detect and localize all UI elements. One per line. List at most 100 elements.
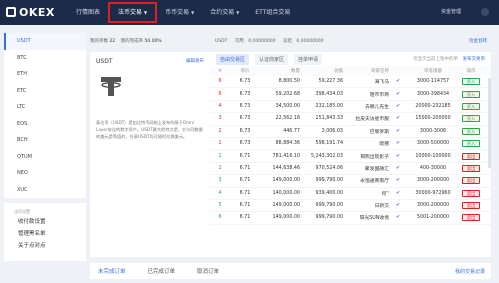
cell-name[interactable]: 日新交 (343, 202, 389, 209)
filter-checkbox-label[interactable]: 仅显示当前上架中的单 (413, 57, 458, 62)
cell-name[interactable]: 去哪儿先生 (343, 103, 389, 110)
column-header: 数量 (291, 69, 300, 74)
order-tab-1[interactable]: 已完成订单 (148, 267, 176, 275)
settings-item-1[interactable]: 管理黑名单 (4, 228, 86, 240)
coin-item-eos[interactable]: EOS (4, 116, 86, 133)
cell-qty: 8,800.50 (278, 79, 300, 85)
cell-total: 999,790.00 (315, 215, 343, 221)
cell-total: 598,191.74 (315, 141, 343, 147)
buy-button[interactable]: 买入 (462, 102, 480, 110)
coin-item-etc[interactable]: ETC (4, 83, 86, 100)
cell-price: 6.71 (239, 190, 251, 196)
cell-price: 6.73 (239, 128, 251, 134)
trade-history-link[interactable]: 我的交易记录 (455, 268, 485, 275)
nav-item-3[interactable]: 合约交易 ▼ (202, 0, 247, 25)
tab-2[interactable]: 挂单申请 (294, 53, 323, 65)
cell-name[interactable]: 永恒通商南厅 (343, 177, 389, 184)
coin-item-eth[interactable]: ETH (4, 66, 86, 83)
buy-button[interactable]: 买入 (462, 78, 480, 86)
table-row: 6 6.73 8,800.50 59,227.36 海飞马 ✔ 3000-114757 买入 (210, 76, 491, 89)
cell-name[interactable]: 聚发国融汇 (343, 165, 389, 172)
scrollbar[interactable] (488, 78, 491, 168)
cell-limit: 3000-3006 (419, 128, 447, 134)
column-header: 商家名称 (371, 69, 389, 74)
coin-item-xuc[interactable]: XUC (4, 182, 86, 199)
cell-name[interactable]: 何'' (343, 190, 389, 197)
coin-item-neo[interactable]: NEO (4, 165, 86, 182)
cell-price: 6.73 (239, 103, 251, 109)
buy-button[interactable]: 买入 (462, 115, 480, 123)
cell-name[interactable]: 海飞马 (343, 78, 389, 85)
orders-label: 我的单数 (90, 39, 108, 44)
tab-0[interactable]: 自由交易区 (216, 53, 250, 65)
sell-button[interactable]: 卖出 (462, 214, 480, 222)
table-row: 1 6.73 88,884.36 598,191.74 嗯猪 ✔ 3000-500000 买入 (210, 138, 491, 151)
main-nav: 行情图表 法币交易 ▼ 币币交易 ▼ 合约交易 ▼ ETT组合交易 (68, 0, 298, 25)
table-row: 2 6.73 446.77 3,006.03 巴黎罗斯 ✔ 3000-3006 买入 (210, 126, 491, 138)
cell-qty: 34,500.00 (275, 103, 300, 109)
cell-name[interactable]: 阳光SUN收债 (343, 214, 389, 221)
order-tab-0[interactable]: 未完成订单 (98, 267, 126, 275)
logo-mark-icon (6, 7, 16, 17)
table-row: 3 6.71 149,000.00 999,790.00 永恒通商南厅 ✔ 3000-200… (210, 175, 491, 188)
buy-button[interactable]: 买入 (462, 90, 480, 98)
coin-item-usdt[interactable]: USDT (4, 33, 86, 50)
transfer-link[interactable]: 资金划转 (469, 36, 487, 48)
coin-item-btc[interactable]: BTC (4, 50, 86, 67)
cell-limit: 400-30000 (419, 165, 447, 171)
action-cell: 买入 (459, 78, 483, 86)
settings-panel: 法币设置 收付款设置 管理黑名单 关于点对点 (4, 203, 86, 261)
cell-idx: 1 (218, 141, 222, 147)
cell-total: 5,243,302.03 (310, 153, 343, 159)
cell-limit: 15000-200000 (415, 116, 451, 122)
cell-idx: 6 (218, 79, 222, 85)
coin-sidebar: USDT BTC ETH ETC LTC EOS BCH QTUM NEO XUC (4, 33, 86, 198)
cell-name[interactable]: 嗯猪 (343, 140, 389, 147)
nav-item-4[interactable]: ETT组合交易 (247, 0, 298, 25)
nav-item-2[interactable]: 币币交易 ▼ (157, 0, 202, 25)
nav-item-1[interactable]: 法币交易 ▼ (108, 2, 158, 23)
chevron-down-icon: ▼ (236, 10, 240, 15)
cell-qty: 446.77 (283, 128, 300, 134)
cell-name[interactable]: 拉皮夫访星币服 (343, 115, 389, 122)
logo[interactable]: OKEX (6, 6, 55, 19)
publish-order-link[interactable]: 发布交易单 (463, 57, 486, 62)
sell-button[interactable]: 卖出 (462, 202, 480, 210)
cell-name[interactable]: 巴黎罗斯 (343, 128, 389, 135)
cell-limit: 3000-500000 (416, 141, 450, 147)
buy-button[interactable]: 买入 (462, 127, 480, 135)
sell-button[interactable]: 卖出 (462, 152, 480, 160)
sell-button[interactable]: 卖出 (462, 177, 480, 185)
tab-1[interactable]: 认证商家区 (255, 53, 289, 65)
cell-idx: 2 (218, 128, 222, 134)
top-bar: OKEX 行情图表 法币交易 ▼ 币币交易 ▼ 合约交易 ▼ ETT组合交易 资金管理 (0, 0, 499, 25)
account-menu[interactable]: 资金管理 (441, 0, 461, 25)
buy-button[interactable]: 买入 (462, 140, 480, 148)
settings-item-2[interactable]: 关于点对点 (4, 240, 86, 252)
user-avatar-icon[interactable] (481, 8, 489, 16)
nav-item-0[interactable]: 行情图表 (68, 0, 108, 25)
cell-price: 6.73 (239, 116, 251, 122)
cell-idx: 6 (218, 215, 222, 221)
order-tab-2[interactable]: 取消订单 (197, 267, 219, 275)
info-title: USDT (96, 58, 113, 65)
cell-limit: 3000-200000 (416, 203, 450, 209)
coin-item-qtum[interactable]: QTUM (4, 149, 86, 166)
edit-publish-link[interactable]: 编辑发布 (186, 58, 204, 65)
cell-idx: 1 (218, 153, 222, 159)
coin-description: 泰达币（USDT）是由比特币网络上发布的基于Omni Layer协议的数字资产。… (96, 120, 203, 139)
sell-button[interactable]: 卖出 (462, 189, 480, 197)
coin-item-ltc[interactable]: LTC (4, 99, 86, 116)
cell-total: 151,843.33 (315, 116, 343, 122)
my-orders-bar: 未完成订单 已完成订单 取消订单 我的交易记录 (90, 263, 491, 279)
cell-name[interactable]: 褐熊出现影子 (343, 153, 389, 160)
table-row: 4 6.73 34,500.00 232,185.00 去哪儿先生 ✔ 20000-2321… (210, 101, 491, 114)
settings-item-0[interactable]: 收付款设置 (4, 216, 86, 228)
coin-info-card: USDT 编辑发布 泰达币（USDT）是由比特币网络上发布的基于Omni Lay… (90, 52, 210, 257)
coin-item-bch[interactable]: BCH (4, 132, 86, 149)
tether-logo-icon (101, 77, 121, 96)
sell-button[interactable]: 卖出 (462, 164, 480, 172)
cell-idx: 3 (218, 116, 222, 122)
settings-title: 法币设置 (14, 209, 30, 214)
cell-name[interactable]: 陌币币商 (343, 91, 389, 98)
